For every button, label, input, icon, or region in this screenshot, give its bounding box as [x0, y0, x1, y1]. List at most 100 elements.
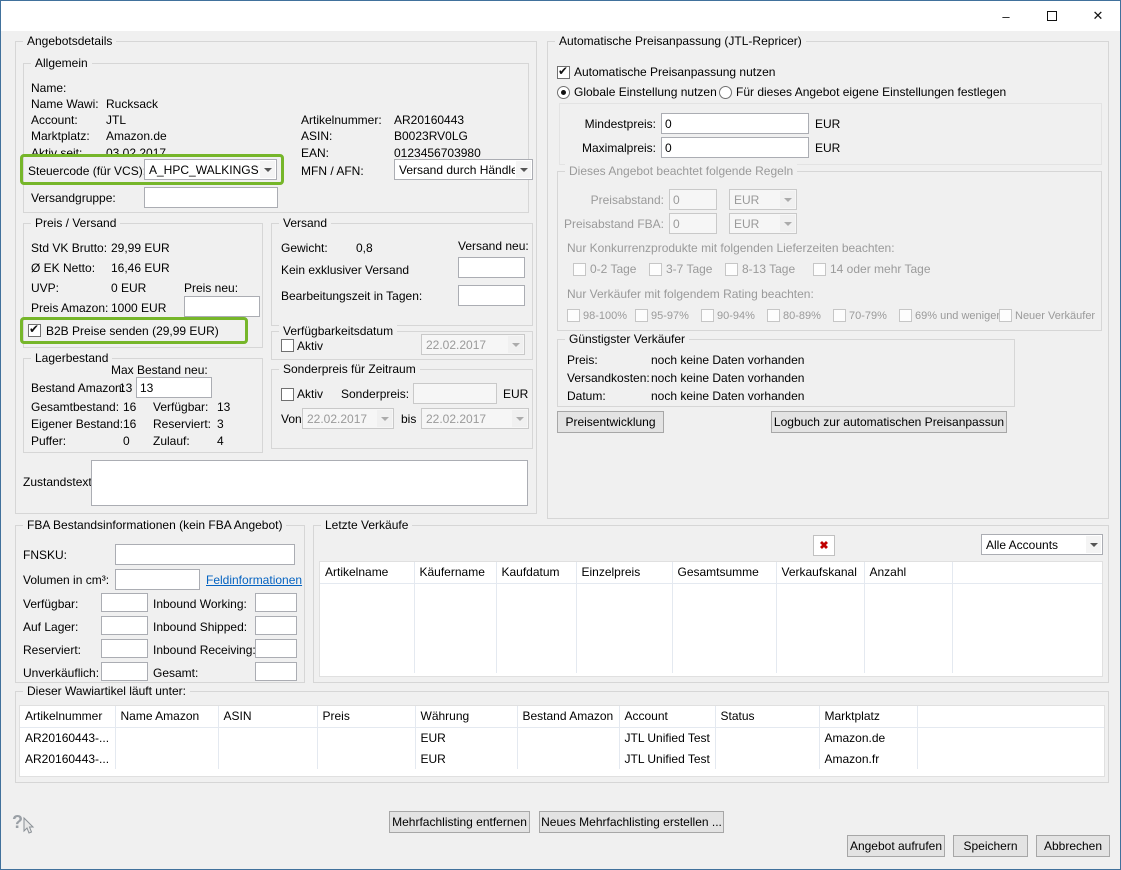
uvp-label: UVP: — [31, 281, 59, 295]
rating-70-79-label: 70-79% — [849, 309, 887, 323]
minimize-button[interactable]: – — [983, 1, 1029, 31]
table-row[interactable]: AR20160443-... EUR JTL Unified Test Amaz… — [20, 727, 1105, 748]
eigene-einstellungen-radio[interactable] — [719, 86, 732, 99]
column-header-bestand-amazon[interactable]: Bestand Amazon — [517, 706, 619, 727]
verfuegbarkeitsdatum-aktiv-label: Aktiv — [297, 339, 323, 353]
help-drag-icon[interactable]: ? — [11, 811, 37, 838]
column-header-waehrung[interactable]: Währung — [415, 706, 517, 727]
preis-amazon-label: Preis Amazon: — [31, 301, 108, 315]
inbound-working-label: Inbound Working: — [153, 597, 247, 611]
b2b-preise-checkbox[interactable] — [28, 324, 41, 337]
rating-69-weniger-label: 69% und weniger — [915, 309, 1000, 323]
column-header-marktplatz[interactable]: Marktplatz — [819, 706, 917, 727]
unverkaeuflich-input[interactable] — [101, 662, 148, 681]
sonderpreis-bis-datepicker: 22.02.2017 — [421, 408, 529, 429]
fnsku-input[interactable] — [115, 544, 295, 565]
column-header-preis[interactable]: Preis — [317, 706, 415, 727]
ean-label: EAN: — [301, 146, 329, 160]
gesamt-label: Gesamt: — [153, 666, 198, 680]
inbound-receiving-input[interactable] — [255, 639, 297, 658]
fba-verfuegbar-label: Verfügbar: — [23, 597, 78, 611]
gewicht-label: Gewicht: — [281, 241, 328, 255]
guenstigster-versandkosten-value: noch keine Daten vorhanden — [651, 371, 804, 385]
inbound-working-input[interactable] — [255, 593, 297, 612]
preisabstand-input — [669, 189, 717, 210]
close-button[interactable]: ✕ — [1075, 1, 1121, 31]
lieferzeit-0-2-checkbox — [573, 263, 586, 276]
verfuegbarkeitsdatum-group-title: Verfügbarkeitsdatum — [279, 324, 397, 338]
allgemein-group-title: Allgemein — [31, 56, 92, 70]
sonderpreis-aktiv-checkbox[interactable] — [281, 388, 294, 401]
versandgruppe-label: Versandgruppe: — [31, 191, 116, 205]
zustandstext-textarea[interactable] — [91, 460, 528, 506]
aktiv-seit-label: Aktiv seit: — [31, 146, 82, 160]
rating-95-97-checkbox — [635, 309, 648, 322]
column-header-asin[interactable]: ASIN — [218, 706, 317, 727]
bearbeitungszeit-input[interactable] — [458, 285, 525, 306]
mehrfachlisting-entfernen-button[interactable]: Mehrfachlisting entfernen — [389, 811, 530, 833]
angebot-aufrufen-button[interactable]: Angebot aufrufen — [847, 835, 945, 857]
verfuegbarkeitsdatum-aktiv-checkbox[interactable] — [281, 339, 294, 352]
accounts-filter-dropdown[interactable]: Alle Accounts — [981, 534, 1103, 555]
rating-98-100-checkbox — [567, 309, 580, 322]
maximalpreis-input[interactable] — [661, 137, 809, 158]
maximize-button[interactable] — [1029, 1, 1075, 31]
column-header-artikelname[interactable]: Artikelname — [320, 562, 414, 583]
column-header-account[interactable]: Account — [619, 706, 715, 727]
feldinformationen-link[interactable]: Feldinformationen — [206, 573, 302, 587]
mfn-afn-dropdown[interactable]: Versand durch Händler — [394, 159, 533, 180]
artikelnummer-label: Artikelnummer: — [301, 113, 382, 127]
sonderpreis-aktiv-label: Aktiv — [297, 387, 323, 401]
sonderpreis-von-label: Von — [281, 412, 302, 426]
preis-neu-input[interactable] — [184, 296, 260, 317]
versand-neu-input[interactable] — [458, 257, 525, 278]
column-header-kaeufername[interactable]: Käufername — [414, 562, 496, 583]
column-header-anzahl[interactable]: Anzahl — [864, 562, 952, 583]
empty-table-body — [320, 583, 1103, 673]
repricer-group-title: Automatische Preisanpassung (JTL-Reprice… — [555, 34, 806, 48]
bestand-amazon-value: 13 — [119, 381, 132, 395]
abbrechen-button[interactable]: Abbrechen — [1036, 835, 1110, 857]
preisabstand-fba-label: Preisabstand FBA: — [561, 217, 664, 231]
std-vk-brutto-value: 29,99 EUR — [111, 241, 170, 255]
column-header-kaufdatum[interactable]: Kaufdatum — [496, 562, 576, 583]
guenstigster-preis-label: Preis: — [567, 353, 598, 367]
neues-mehrfachlisting-button[interactable]: Neues Mehrfachlisting erstellen ... — [539, 811, 724, 833]
globale-einstellung-radio[interactable] — [557, 86, 570, 99]
auf-lager-input[interactable] — [101, 616, 148, 635]
inbound-shipped-input[interactable] — [255, 616, 297, 635]
table-row[interactable]: AR20160443-... EUR JTL Unified Test Amaz… — [20, 748, 1105, 769]
speichern-button[interactable]: Speichern — [953, 835, 1028, 857]
lieferzeiten-label: Nur Konkurrenzprodukte mit folgenden Lie… — [567, 241, 895, 255]
mindestpreis-input[interactable] — [661, 113, 809, 134]
column-header-gesamtsumme[interactable]: Gesamtsumme — [672, 562, 776, 583]
column-header-artikelnummer[interactable]: Artikelnummer — [20, 706, 115, 727]
logbuch-button[interactable]: Logbuch zur automatischen Preisanpassun — [771, 411, 1007, 433]
preisentwicklung-button[interactable]: Preisentwicklung — [557, 411, 664, 433]
name-wawi-label: Name Wawi: — [31, 97, 99, 111]
column-header-verkaufskanal[interactable]: Verkaufskanal — [776, 562, 864, 583]
ek-netto-value: 16,46 EUR — [111, 261, 170, 275]
preisabstand-currency-value: EUR — [734, 193, 779, 207]
fnsku-label: FNSKU: — [23, 548, 67, 562]
globale-einstellung-radio-label: Globale Einstellung nutzen — [574, 85, 717, 99]
fba-verfuegbar-input[interactable] — [101, 593, 148, 612]
steuercode-dropdown[interactable]: A_HPC_WALKINGSTICK — [144, 159, 277, 180]
max-bestand-neu-input[interactable] — [136, 377, 212, 398]
gesamt-input[interactable] — [255, 662, 297, 681]
lieferzeit-14plus-checkbox — [813, 263, 826, 276]
repricer-nutzen-checkbox[interactable] — [557, 66, 570, 79]
unverkaeuflich-label: Unverkäuflich: — [23, 666, 99, 680]
versand-group-title: Versand — [279, 216, 331, 230]
column-header-einzelpreis[interactable]: Einzelpreis — [576, 562, 672, 583]
maximalpreis-label: Maximalpreis: — [561, 141, 656, 155]
delete-sales-button[interactable]: ✖ — [813, 535, 835, 556]
fba-reserviert-input[interactable] — [101, 639, 148, 658]
column-header-status[interactable]: Status — [715, 706, 819, 727]
preisabstand-fba-input — [669, 213, 717, 234]
zustandstext-label: Zustandstext: — [23, 475, 95, 489]
volumen-input[interactable] — [115, 569, 200, 590]
versandgruppe-input[interactable] — [144, 187, 278, 208]
asin-label: ASIN: — [301, 129, 332, 143]
column-header-name-amazon[interactable]: Name Amazon — [115, 706, 218, 727]
